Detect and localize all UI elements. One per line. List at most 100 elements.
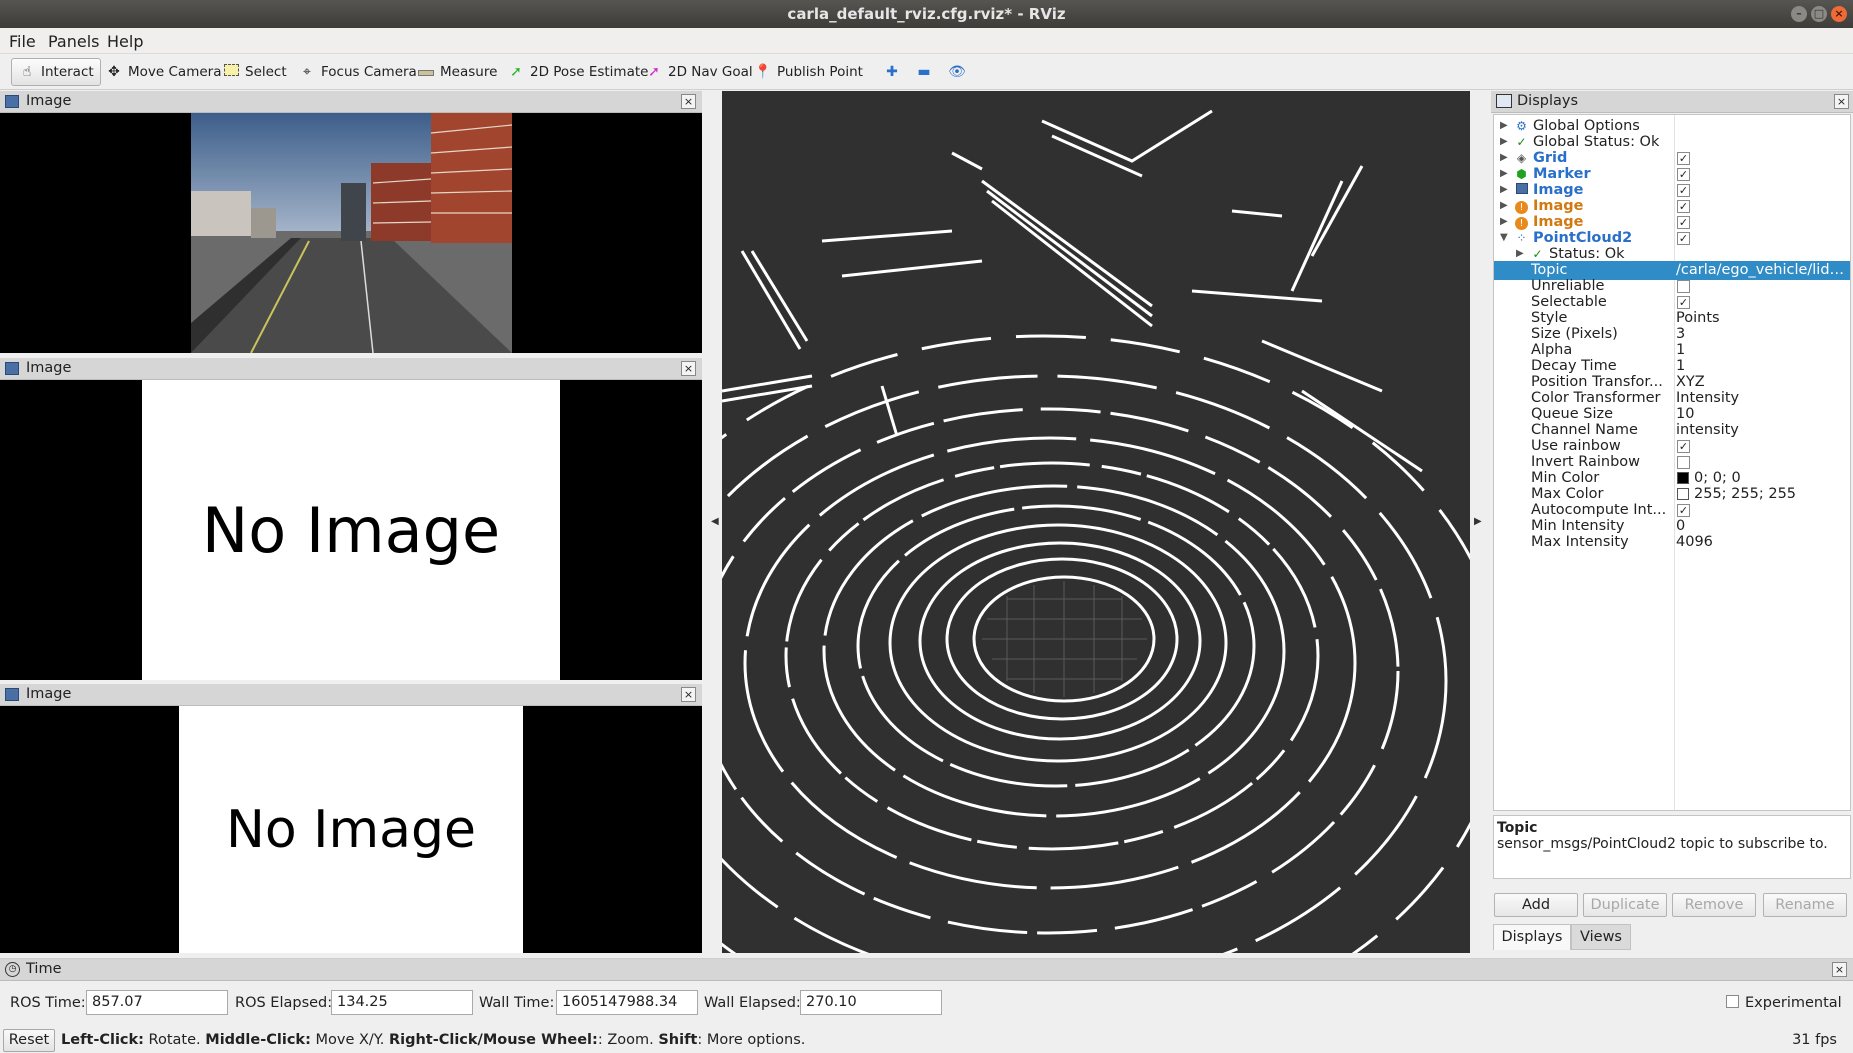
select-tool-button[interactable]: Select bbox=[216, 58, 293, 86]
property-name: Queue Size bbox=[1531, 406, 1614, 422]
property-value[interactable]: 10 bbox=[1676, 406, 1850, 422]
image-panel-title: Image bbox=[26, 93, 72, 109]
expand-arrow-icon[interactable]: ▶ bbox=[1500, 184, 1508, 195]
enable-checkbox[interactable]: ✓ bbox=[1677, 200, 1690, 213]
property-help-box: Topic sensor_msgs/PointCloud2 topic to s… bbox=[1493, 815, 1851, 879]
enable-checkbox[interactable]: ✓ bbox=[1677, 232, 1690, 245]
color-swatch[interactable] bbox=[1677, 472, 1689, 484]
collapse-arrow-icon[interactable]: ▼ bbox=[1500, 232, 1508, 243]
property-value[interactable]: 0 bbox=[1676, 518, 1850, 534]
image-panel-icon bbox=[5, 688, 19, 701]
wall-elapsed-field[interactable]: 270.10 bbox=[800, 990, 942, 1015]
interact-tool-button[interactable]: ☝ Interact bbox=[11, 58, 101, 86]
menu-help[interactable]: Help bbox=[107, 32, 143, 51]
add-tool-button[interactable]: ✚ bbox=[877, 58, 907, 86]
wall-time-field[interactable]: 1605147988.34 bbox=[556, 990, 698, 1015]
property-value[interactable]: Points bbox=[1676, 310, 1850, 326]
ros-elapsed-label: ROS Elapsed: bbox=[235, 995, 333, 1011]
property-name: Min Color bbox=[1531, 470, 1600, 486]
property-value[interactable]: Intensity bbox=[1676, 390, 1850, 406]
tab-views[interactable]: Views bbox=[1571, 924, 1631, 950]
pose-estimate-tool-button[interactable]: ➚ 2D Pose Estimate bbox=[501, 58, 654, 86]
monitor-icon bbox=[1496, 94, 1512, 108]
property-value[interactable]: 0; 0; 0 bbox=[1694, 470, 1850, 486]
measure-label: Measure bbox=[440, 64, 498, 80]
property-value[interactable]: 3 bbox=[1676, 326, 1850, 342]
property-checkbox[interactable]: ✓ bbox=[1677, 504, 1690, 517]
panel-close-icon[interactable]: × bbox=[1834, 94, 1849, 109]
3d-render-view[interactable] bbox=[722, 91, 1470, 953]
property-checkbox[interactable] bbox=[1677, 456, 1690, 469]
panel-close-icon[interactable]: × bbox=[681, 687, 696, 702]
experimental-checkbox[interactable] bbox=[1726, 995, 1739, 1008]
property-value[interactable]: 255; 255; 255 bbox=[1694, 486, 1850, 502]
expand-arrow-icon[interactable]: ▶ bbox=[1500, 152, 1508, 163]
right-click-desc: : Zoom. bbox=[597, 1032, 659, 1048]
wall-elapsed-label: Wall Elapsed: bbox=[704, 995, 801, 1011]
expand-arrow-icon[interactable]: ▶ bbox=[1500, 120, 1508, 131]
gear-icon: ⚙ bbox=[1516, 119, 1527, 133]
property-value[interactable]: /carla/ego_vehicle/lida... bbox=[1676, 262, 1850, 278]
help-text: sensor_msgs/PointCloud2 topic to subscri… bbox=[1497, 836, 1828, 852]
time-titlebar: ◷ Time × bbox=[0, 959, 1853, 981]
maximize-icon[interactable]: □ bbox=[1811, 6, 1827, 22]
property-checkbox[interactable]: ✓ bbox=[1677, 296, 1690, 309]
magenta-arrow-icon: ➚ bbox=[648, 64, 660, 80]
image-panel-camera: Image × bbox=[0, 91, 702, 353]
move-camera-tool-button[interactable]: ✥ Move Camera bbox=[99, 58, 227, 86]
focus-camera-tool-button[interactable]: ⌖ Focus Camera bbox=[292, 58, 423, 86]
time-panel-title: Time bbox=[26, 961, 62, 977]
displays-tree[interactable]: ▶ ⚙ Global Options ▶ ✓ Global Status: Ok… bbox=[1493, 114, 1851, 811]
enable-checkbox[interactable]: ✓ bbox=[1677, 184, 1690, 197]
property-value[interactable]: 1 bbox=[1676, 342, 1850, 358]
menu-file[interactable]: File bbox=[9, 32, 36, 51]
pose-estimate-label: 2D Pose Estimate bbox=[530, 64, 649, 80]
reset-button[interactable]: Reset bbox=[3, 1029, 55, 1052]
tool-properties-button[interactable]: 👁 bbox=[942, 58, 972, 86]
tree-item-label: Marker bbox=[1533, 166, 1591, 182]
property-checkbox[interactable]: ✓ bbox=[1677, 440, 1690, 453]
expand-arrow-icon[interactable]: ▶ bbox=[1516, 248, 1524, 259]
close-icon[interactable]: × bbox=[1831, 6, 1847, 22]
tab-displays[interactable]: Displays bbox=[1493, 924, 1571, 950]
property-value[interactable]: 4096 bbox=[1676, 534, 1850, 550]
ros-elapsed-field[interactable]: 134.25 bbox=[331, 990, 473, 1015]
property-name: Decay Time bbox=[1531, 358, 1617, 374]
toolbar: ☝ Interact ✥ Move Camera Select ⌖ Focus … bbox=[0, 54, 1853, 90]
collapse-left-icon[interactable]: ◀ bbox=[711, 516, 719, 527]
enable-checkbox[interactable]: ✓ bbox=[1677, 152, 1690, 165]
window-title: carla_default_rviz.cfg.rviz* - RViz bbox=[787, 5, 1066, 23]
enable-checkbox[interactable]: ✓ bbox=[1677, 216, 1690, 229]
expand-arrow-icon[interactable]: ▶ bbox=[1500, 216, 1508, 227]
map-pin-icon: 📍 bbox=[754, 64, 772, 80]
measure-tool-button[interactable]: Measure bbox=[411, 58, 503, 86]
no-image-text: No Image bbox=[179, 706, 523, 953]
minimize-icon[interactable]: – bbox=[1791, 6, 1807, 22]
property-value[interactable]: intensity bbox=[1676, 422, 1850, 438]
panel-close-icon[interactable]: × bbox=[681, 94, 696, 109]
expand-arrow-icon[interactable]: ▶ bbox=[1500, 136, 1508, 147]
duplicate-display-button[interactable]: Duplicate bbox=[1583, 893, 1667, 917]
add-display-button[interactable]: Add bbox=[1494, 893, 1578, 917]
expand-arrow-icon[interactable]: ▶ bbox=[1500, 200, 1508, 211]
hand-icon: ☝ bbox=[22, 64, 32, 80]
camera-image bbox=[191, 113, 512, 353]
property-checkbox[interactable] bbox=[1677, 280, 1690, 293]
panel-close-icon[interactable]: × bbox=[1832, 962, 1847, 977]
rviz-window: carla_default_rviz.cfg.rviz* - RViz – □ … bbox=[0, 0, 1853, 1053]
expand-arrow-icon[interactable]: ▶ bbox=[1500, 168, 1508, 179]
property-value[interactable]: 1 bbox=[1676, 358, 1850, 374]
publish-point-tool-button[interactable]: 📍 Publish Point bbox=[748, 58, 869, 86]
menu-panels[interactable]: Panels bbox=[48, 32, 100, 51]
remove-display-button[interactable]: Remove bbox=[1672, 893, 1756, 917]
enable-checkbox[interactable]: ✓ bbox=[1677, 168, 1690, 181]
rename-display-button[interactable]: Rename bbox=[1763, 893, 1847, 917]
panel-close-icon[interactable]: × bbox=[681, 361, 696, 376]
ros-time-field[interactable]: 857.07 bbox=[86, 990, 228, 1015]
property-max-intensity[interactable]: Max Intensity 4096 bbox=[1494, 533, 1850, 552]
collapse-right-icon[interactable]: ▶ bbox=[1474, 516, 1482, 527]
property-value[interactable]: XYZ bbox=[1676, 374, 1850, 390]
nav-goal-tool-button[interactable]: ➚ 2D Nav Goal bbox=[639, 58, 759, 86]
remove-tool-button[interactable]: ▬ bbox=[909, 58, 939, 86]
color-swatch[interactable] bbox=[1677, 488, 1689, 500]
